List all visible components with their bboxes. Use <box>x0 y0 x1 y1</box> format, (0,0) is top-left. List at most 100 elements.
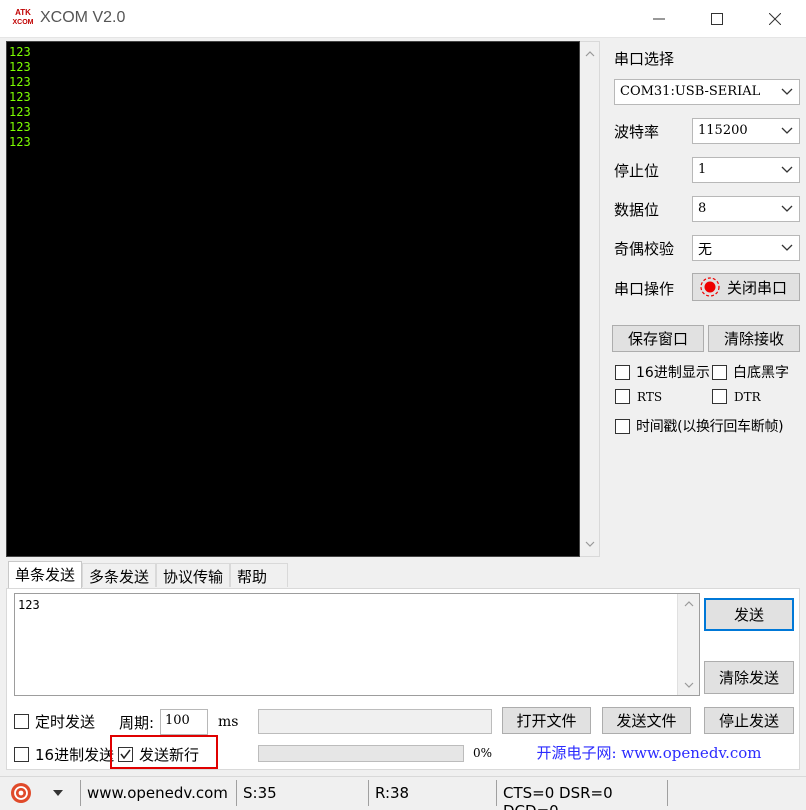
send-scrollbar[interactable] <box>677 594 699 695</box>
scroll-down-icon[interactable] <box>584 538 596 550</box>
dropdown-arrow-icon <box>53 790 63 796</box>
send-progress-bar <box>258 745 464 762</box>
tab-multi-send[interactable]: 多条发送 <box>82 563 157 587</box>
clear-send-label: 清除发送 <box>718 669 779 687</box>
dtr-option[interactable]: DTR <box>712 389 761 404</box>
chevron-down-icon <box>781 88 793 95</box>
close-port-button[interactable]: 关闭串口 <box>692 273 800 301</box>
open-file-button[interactable]: 打开文件 <box>502 707 591 734</box>
app-logo-top: ATK <box>15 8 31 17</box>
open-file-label: 打开文件 <box>516 712 577 730</box>
status-sent-count: S:35 <box>236 780 368 806</box>
close-port-label: 关闭串口 <box>727 278 788 297</box>
save-window-button[interactable]: 保存窗口 <box>612 325 704 352</box>
baud-select[interactable]: 115200 <box>692 118 800 144</box>
clear-receive-button[interactable]: 清除接收 <box>708 325 800 352</box>
send-file-button[interactable]: 发送文件 <box>602 707 691 734</box>
window-title: XCOM V2.0 <box>40 9 126 26</box>
send-button[interactable]: 发送 <box>704 598 794 631</box>
white-bg-checkbox[interactable] <box>712 364 727 380</box>
data-bits-value: 8 <box>698 201 707 216</box>
receive-scrollbar[interactable] <box>580 41 600 557</box>
rts-checkbox[interactable] <box>615 389 630 404</box>
timestamp-option[interactable]: 时间戳(以换行回车断帧) <box>615 416 784 436</box>
tab-label: 多条发送 <box>89 568 150 586</box>
stop-send-label: 停止发送 <box>718 712 779 730</box>
stop-send-button[interactable]: 停止发送 <box>704 707 794 734</box>
scroll-up-icon[interactable] <box>683 598 695 610</box>
hex-display-checkbox[interactable] <box>615 364 630 380</box>
chevron-down-icon <box>781 244 793 251</box>
timed-send-label: 定时发送 <box>35 713 96 731</box>
maximize-icon <box>711 13 723 25</box>
hex-display-label: 16进制显示 <box>636 365 710 381</box>
parity-label: 奇偶校验 <box>614 240 675 258</box>
send-file-label: 发送文件 <box>616 712 677 730</box>
scroll-down-icon[interactable] <box>683 679 695 691</box>
send-newline-label: 发送新行 <box>139 746 200 764</box>
power-icon <box>11 783 31 803</box>
chevron-down-icon <box>781 205 793 212</box>
data-bits-label: 数据位 <box>614 201 660 219</box>
timed-send-option[interactable]: 定时发送 <box>14 711 95 732</box>
hex-display-option[interactable]: 16进制显示 <box>615 362 710 382</box>
dtr-label: DTR <box>734 389 761 404</box>
close-button[interactable] <box>746 0 804 38</box>
send-input[interactable]: 123 <box>14 593 700 696</box>
hex-send-checkbox[interactable] <box>14 747 29 762</box>
hex-send-option[interactable]: 16进制发送 <box>14 744 114 765</box>
parity-select[interactable]: 无 <box>692 235 800 261</box>
dtr-checkbox[interactable] <box>712 389 727 404</box>
tab-protocol[interactable]: 协议传输 <box>156 563 231 587</box>
brand-link[interactable]: 开源电子网: www.openedv.com <box>500 737 798 767</box>
minimize-button[interactable] <box>630 0 688 38</box>
receive-line: 123 <box>9 90 31 104</box>
file-path-field[interactable] <box>258 709 492 734</box>
stop-bits-label: 停止位 <box>614 162 660 180</box>
white-bg-label: 白底黑字 <box>733 365 789 381</box>
port-select[interactable]: COM31:USB-SERIAL <box>614 79 800 105</box>
receive-area[interactable]: 123 123 123 123 123 123 123 <box>6 41 580 557</box>
close-icon <box>769 13 781 25</box>
send-newline-option[interactable]: 发送新行 <box>118 744 199 765</box>
baud-label: 波特率 <box>614 123 660 141</box>
status-website[interactable]: www.openedv.com <box>80 780 232 806</box>
tab-single-send[interactable]: 单条发送 <box>8 561 83 589</box>
period-label: 周期: <box>119 714 155 732</box>
tab-label: 单条发送 <box>15 566 76 584</box>
parity-value: 无 <box>698 242 712 258</box>
period-unit: ms <box>218 714 239 730</box>
tab-label: 协议传输 <box>163 568 224 586</box>
maximize-button[interactable] <box>688 0 746 38</box>
receive-line: 123 <box>9 45 31 59</box>
timestamp-label: 时间戳(以换行回车断帧) <box>636 419 784 435</box>
send-button-label: 发送 <box>733 606 764 624</box>
stop-bits-select[interactable]: 1 <box>692 157 800 183</box>
timestamp-checkbox[interactable] <box>615 418 630 434</box>
rts-option[interactable]: RTS <box>615 389 662 404</box>
app-logo: ATK XCOM <box>12 8 34 30</box>
white-bg-option[interactable]: 白底黑字 <box>712 362 789 382</box>
port-select-label: 串口选择 <box>614 50 675 68</box>
app-logo-bottom: XCOM <box>12 19 34 26</box>
title-bar: ATK XCOM XCOM V2.0 <box>0 0 806 38</box>
scroll-up-icon[interactable] <box>584 48 596 60</box>
data-bits-select[interactable]: 8 <box>692 196 800 222</box>
timed-send-checkbox[interactable] <box>14 714 29 729</box>
clear-receive-label: 清除接收 <box>723 330 784 348</box>
checkmark-icon <box>120 749 131 760</box>
status-received-count: R:38 <box>368 780 496 806</box>
receive-line: 123 <box>9 120 31 134</box>
receive-line: 123 <box>9 135 31 149</box>
period-input[interactable]: 100 <box>160 709 208 735</box>
tab-label: 帮助 <box>237 568 268 586</box>
port-operation-label: 串口操作 <box>614 280 675 298</box>
status-menu[interactable] <box>10 780 74 806</box>
receive-line: 123 <box>9 60 31 74</box>
receive-line: 123 <box>9 75 31 89</box>
receive-line: 123 <box>9 105 31 119</box>
tab-help[interactable]: 帮助 <box>230 563 288 587</box>
hex-send-label: 16进制发送 <box>35 746 115 764</box>
clear-send-button[interactable]: 清除发送 <box>704 661 794 694</box>
send-newline-checkbox[interactable] <box>118 747 133 762</box>
